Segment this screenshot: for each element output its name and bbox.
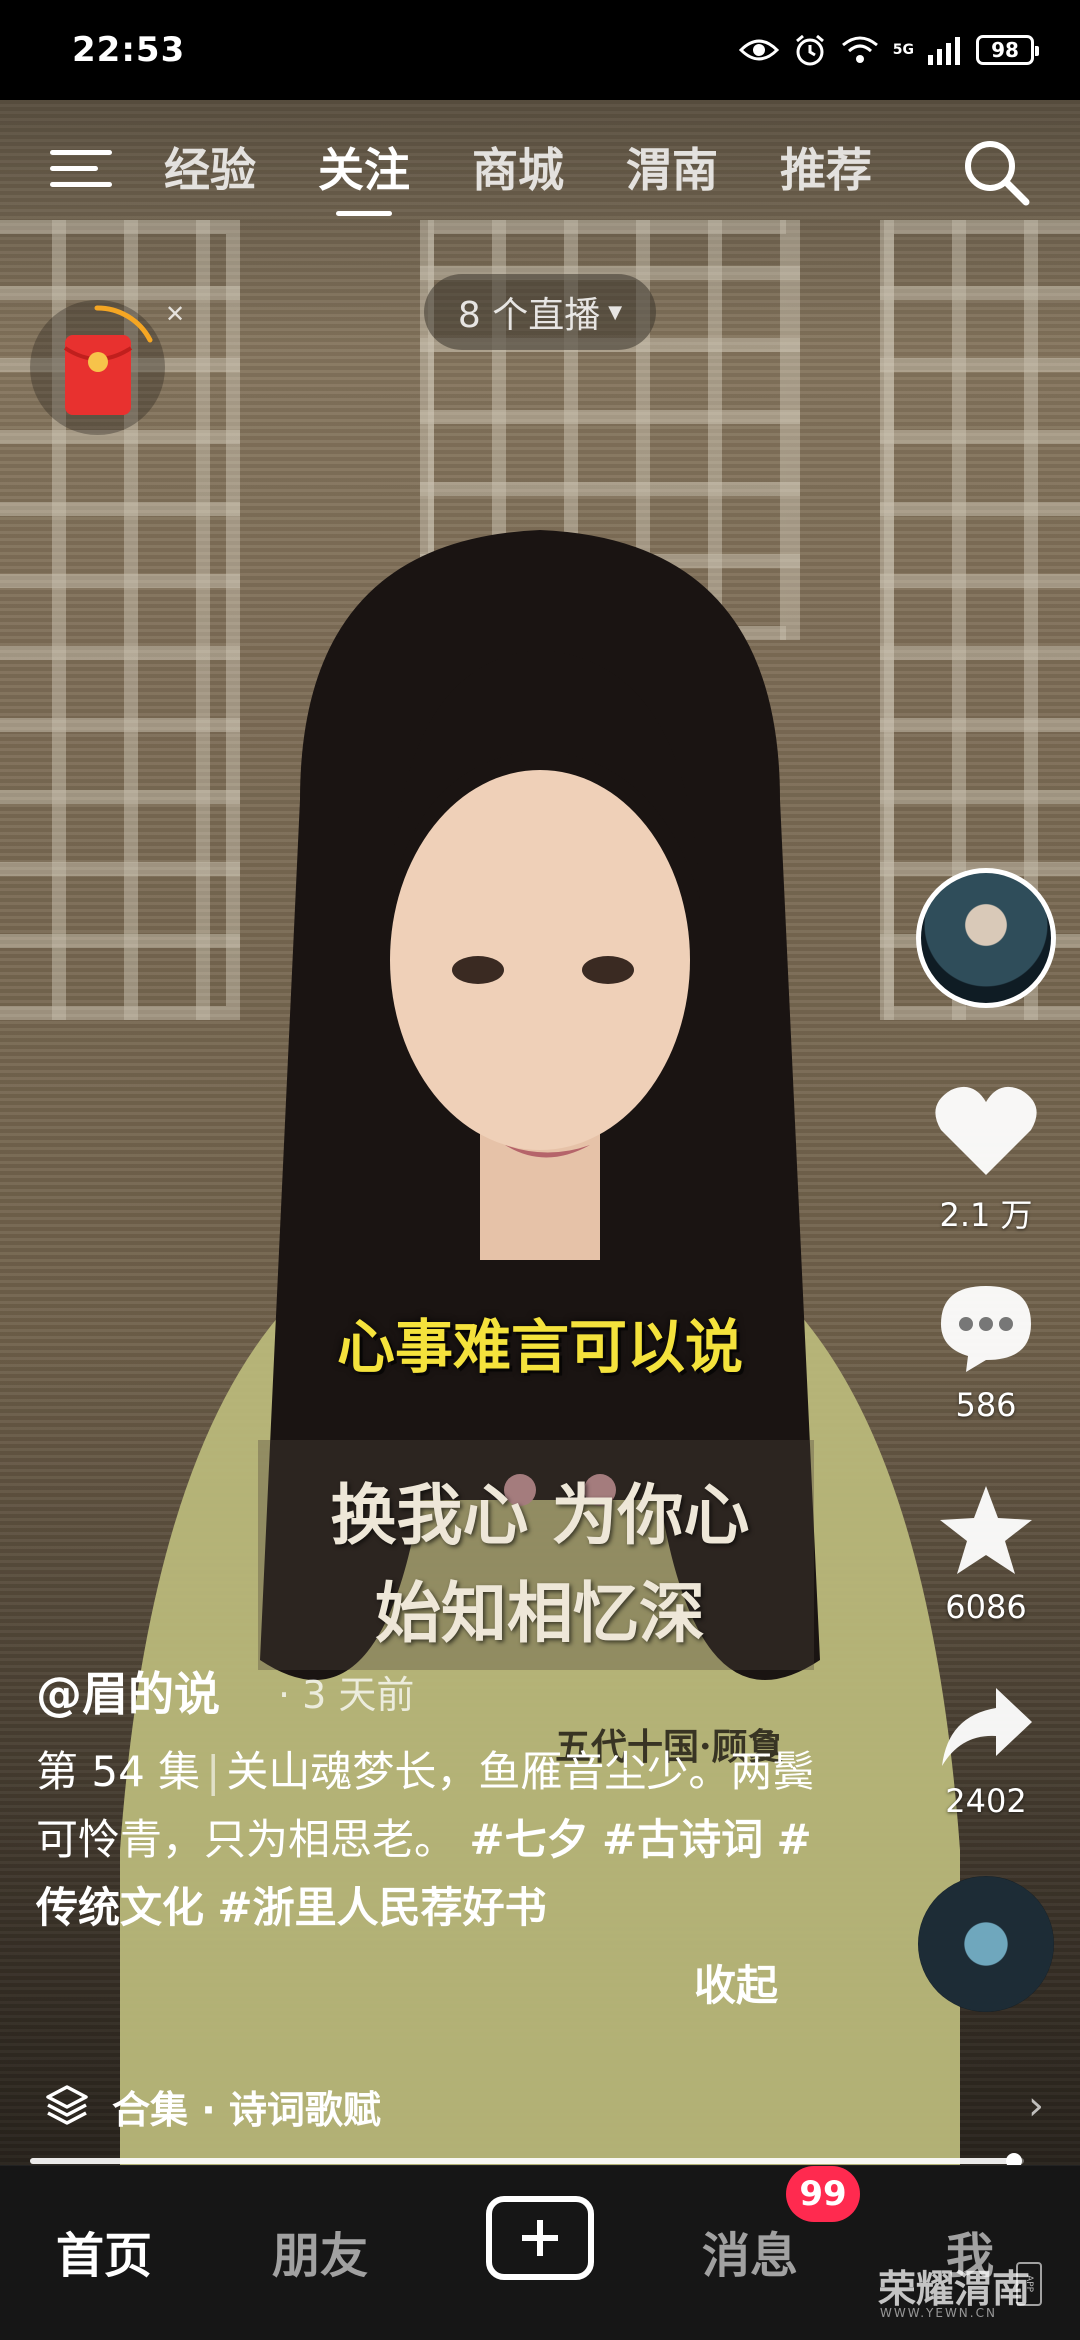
- author-avatar[interactable]: [916, 868, 1056, 1008]
- video-progress-bar[interactable]: [30, 2153, 1024, 2169]
- live-count-pill[interactable]: 8 个直播 ▼: [424, 274, 656, 350]
- tab-weinan[interactable]: 渭南: [626, 130, 718, 210]
- star-icon: [940, 1486, 1032, 1574]
- tab-following[interactable]: 关注: [318, 130, 410, 216]
- search-icon[interactable]: [960, 136, 1032, 208]
- tab-mall[interactable]: 商城: [472, 130, 564, 210]
- create-post-button[interactable]: [486, 2196, 594, 2280]
- eye-comfort-icon: [738, 36, 779, 64]
- collapse-caption-button[interactable]: 收起: [694, 1952, 778, 2013]
- author-name[interactable]: @眉的说: [36, 1658, 220, 1724]
- progress-fill: [30, 2158, 1015, 2164]
- nav-friends[interactable]: 朋友: [272, 2216, 368, 2286]
- messages-badge: 99: [786, 2166, 860, 2222]
- nav-messages[interactable]: 消息: [702, 2216, 798, 2286]
- close-icon[interactable]: ✕: [165, 300, 185, 328]
- brand-app-tag: APP: [1016, 2262, 1042, 2306]
- brand-watermark: 荣耀渭南: [878, 2267, 1031, 2311]
- signal-icon: [928, 35, 962, 65]
- menu-icon[interactable]: [50, 144, 114, 194]
- video-caption: 第 54 集 | 关山魂梦长，鱼雁音尘少。两鬓可怜青，只为相思老。 #七夕 #古诗词…: [36, 1738, 836, 1942]
- live-count-label: 8 个直播: [457, 295, 601, 336]
- brand-watermark-url: WWW.YEWN.CN: [880, 2306, 997, 2320]
- status-bar: 22:53 5G 98: [0, 0, 1080, 100]
- comment-button[interactable]: 586: [916, 1280, 1056, 1424]
- heart-icon: [935, 1086, 1037, 1175]
- episode-label: 第 54 集: [36, 1747, 201, 1796]
- bottom-nav: 首页 朋友 消息 99 我 荣耀渭南 WWW.YEWN.CN APP: [0, 2165, 1080, 2340]
- red-packet-widget[interactable]: [30, 300, 165, 435]
- caret-down-icon: ▼: [608, 301, 623, 323]
- like-button[interactable]: 2.1 万: [916, 1080, 1056, 1236]
- layers-icon: [46, 2085, 88, 2125]
- tab-recommend[interactable]: 推荐: [780, 130, 872, 210]
- wifi-icon: [841, 35, 879, 65]
- divider: |: [206, 1747, 221, 1796]
- plus-icon: [522, 2220, 558, 2256]
- comment-count: 586: [955, 1386, 1017, 1424]
- comment-icon: [941, 1286, 1031, 1372]
- share-arrow-icon: [942, 1688, 1032, 1766]
- collection-bar[interactable]: 合集 · 诗词歌赋 ›: [0, 2072, 1080, 2140]
- hashtag[interactable]: #七夕: [469, 1815, 588, 1864]
- music-disc-icon[interactable]: [918, 1876, 1054, 2012]
- share-count: 2402: [945, 1782, 1027, 1820]
- nav-home[interactable]: 首页: [56, 2216, 152, 2286]
- hashtag[interactable]: #浙里人民荐好书: [217, 1883, 546, 1932]
- hashtag[interactable]: #古诗词: [602, 1815, 763, 1864]
- post-time: · 3 天前: [278, 1673, 415, 1717]
- tab-jingyan[interactable]: 经验: [164, 130, 256, 210]
- network-type-label: 5G: [892, 42, 914, 58]
- top-nav: 经验 关注 商城 渭南 推荐: [0, 130, 1080, 216]
- favorite-button[interactable]: 6086: [916, 1482, 1056, 1626]
- battery-indicator: 98: [976, 35, 1039, 65]
- favorite-count: 6086: [945, 1588, 1027, 1626]
- chevron-right-icon: ›: [1028, 2083, 1044, 2129]
- share-button[interactable]: 2402: [916, 1682, 1056, 1820]
- collection-label: 合集 · 诗词歌赋: [112, 2087, 381, 2132]
- status-time: 22:53: [72, 30, 186, 70]
- alarm-icon: [793, 33, 827, 67]
- like-count: 2.1 万: [939, 1196, 1033, 1234]
